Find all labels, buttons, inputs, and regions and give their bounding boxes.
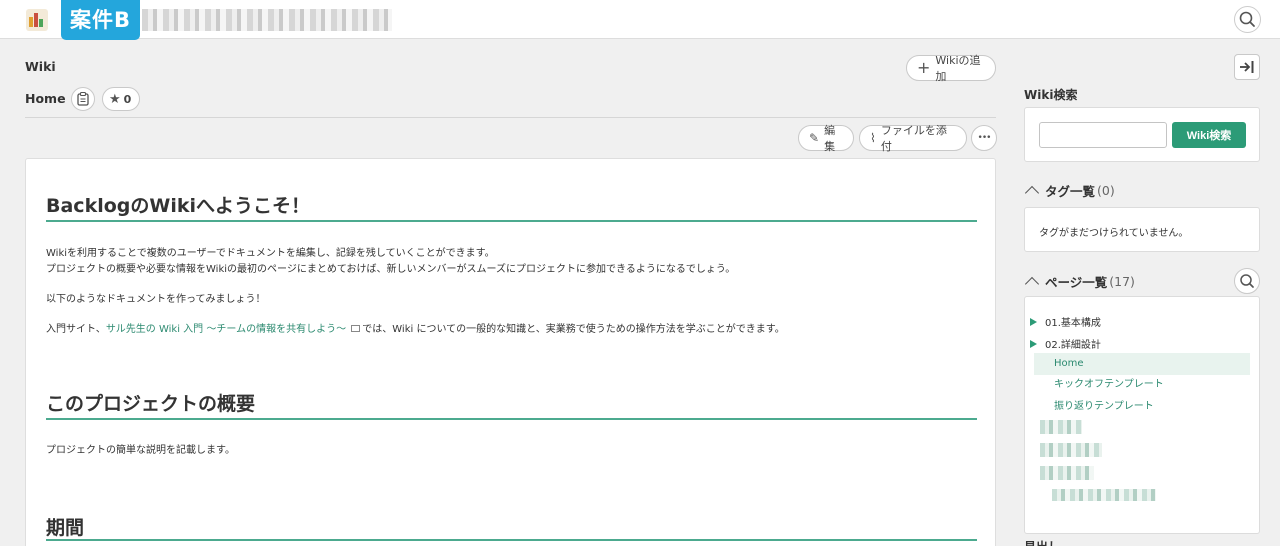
attach-file-button[interactable]: ⌇ ファイルを添付 xyxy=(859,124,967,153)
add-wiki-button[interactable]: + Wikiの追加 xyxy=(906,54,996,83)
wiki-search-input[interactable] xyxy=(1039,122,1167,148)
page-search-button[interactable] xyxy=(1234,268,1260,294)
top-bar: 案件B xyxy=(0,0,1280,40)
edit-label: 編集 xyxy=(824,124,836,153)
expand-triangle-icon[interactable] xyxy=(1030,317,1037,326)
link-suffix: では、Wiki についての一般的な知識と、実業務で使うための操作方法を学ぶことが… xyxy=(362,324,785,335)
pencil-icon: ✎ xyxy=(809,131,820,145)
project-name-redacted xyxy=(142,9,392,31)
plus-icon: + xyxy=(917,58,931,77)
tree-item-detail[interactable]: 02.詳細設計 xyxy=(1030,336,1101,351)
wiki-content: BacklogのWikiへようこそ！ Wikiを利用することで複数のユーザーでド… xyxy=(25,158,996,546)
wiki-guide-link[interactable]: サル先生の Wiki 入門 〜チームの情報を共有しよう〜 xyxy=(106,324,346,335)
pages-toggle[interactable]: ページ一覧 (17) xyxy=(1024,272,1135,292)
headings-title: 見出し xyxy=(1024,538,1060,546)
overview-text: プロジェクトの簡単な説明を記載します。 xyxy=(46,445,235,456)
attach-label: ファイルを添付 xyxy=(880,124,947,153)
pages-title: ページ一覧 xyxy=(1045,275,1108,290)
intro-line-2: プロジェクトの概要や必要な情報をWikiの最初のページにまとめておけば、新しいメ… xyxy=(46,264,736,275)
wiki-search-box: Wiki検索 xyxy=(1024,107,1260,162)
pages-count: (17) xyxy=(1109,274,1135,289)
chevron-up-icon xyxy=(1024,276,1040,292)
redacted-page-item xyxy=(1040,466,1094,480)
collapse-sidebar-button[interactable] xyxy=(1234,54,1260,80)
copy-page-button[interactable] xyxy=(71,87,95,111)
star-icon: ★ xyxy=(109,91,121,107)
link-prefix: 入門サイト、 xyxy=(46,324,106,335)
heading-period: 期間 xyxy=(46,517,85,539)
star-count: 0 xyxy=(123,92,132,106)
tags-empty-message: タグがまだつけられていません。 xyxy=(1039,228,1189,239)
chevron-up-icon xyxy=(1024,185,1040,201)
heading-welcome: BacklogのWikiへようこそ！ xyxy=(46,195,310,217)
sidebar-collapse-icon xyxy=(1240,61,1254,73)
wiki-search-title: Wiki検索 xyxy=(1024,88,1078,102)
clipboard-icon xyxy=(77,92,89,106)
page-title: Wiki xyxy=(25,59,56,74)
wiki-search-button[interactable]: Wiki検索 xyxy=(1172,122,1246,148)
tree-item-retrospective[interactable]: 振り返りテンプレート xyxy=(1034,396,1250,418)
tree-item-label: 02.詳細設計 xyxy=(1045,340,1101,351)
tags-count: (0) xyxy=(1097,183,1115,198)
star-button[interactable]: ★ 0 xyxy=(102,87,140,111)
add-wiki-label: Wikiの追加 xyxy=(935,54,981,83)
heading-underline xyxy=(46,220,977,222)
global-search-button[interactable] xyxy=(1234,6,1261,33)
tags-toggle[interactable]: タグ一覧 (0) xyxy=(1024,181,1115,201)
heading-underline xyxy=(46,418,977,420)
intro-line-3: 以下のようなドキュメントを作ってみましょう！ xyxy=(46,294,266,305)
tags-box: タグがまだつけられていません。 xyxy=(1024,207,1260,252)
wiki-page-name: Home xyxy=(25,91,66,106)
external-link-icon xyxy=(351,325,361,332)
intro-link-line: 入門サイト、サル先生の Wiki 入門 〜チームの情報を共有しよう〜 では、Wi… xyxy=(46,320,785,335)
more-icon: ••• xyxy=(977,133,992,143)
project-badge: 案件B xyxy=(61,0,141,40)
more-options-button[interactable]: ••• xyxy=(971,125,997,151)
redacted-page-item xyxy=(1040,420,1082,434)
redacted-page-item xyxy=(1052,489,1156,501)
tree-item-label: 01.基本構成 xyxy=(1045,318,1101,329)
heading-underline xyxy=(46,539,977,541)
tags-title: タグ一覧 xyxy=(1045,184,1096,199)
edit-button[interactable]: ✎ 編集 xyxy=(798,124,854,153)
heading-overview: このプロジェクトの概要 xyxy=(46,393,256,415)
backlog-logo-icon[interactable] xyxy=(26,9,48,31)
intro-line-1: Wikiを利用することで複数のユーザーでドキュメントを編集し、記録を残していくこ… xyxy=(46,248,495,259)
tree-item-kickoff[interactable]: キックオフテンプレート xyxy=(1034,374,1250,396)
header-divider xyxy=(25,117,996,118)
redacted-page-item xyxy=(1040,443,1102,457)
paperclip-icon: ⌇ xyxy=(870,131,876,145)
tree-item-home[interactable]: Home xyxy=(1034,353,1250,375)
search-icon xyxy=(1240,274,1254,288)
expand-triangle-icon[interactable] xyxy=(1030,339,1037,348)
search-icon xyxy=(1239,11,1255,27)
tree-item-basic[interactable]: 01.基本構成 xyxy=(1030,314,1101,329)
